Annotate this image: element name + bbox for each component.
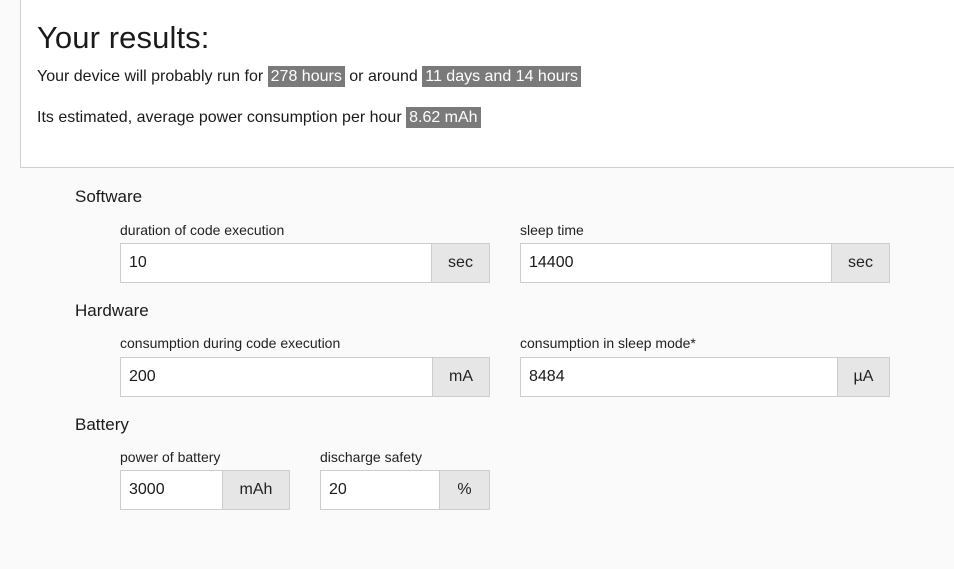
consumption-prefix: Its estimated, average power consumption… bbox=[37, 109, 402, 126]
battery-capacity-field: mAh bbox=[120, 470, 290, 510]
results-title: Your results: bbox=[37, 20, 210, 55]
exec-consumption-unit: mA bbox=[432, 358, 489, 396]
battery-capacity-input[interactable] bbox=[121, 471, 222, 509]
runtime-line: Your device will probably run for 278 ho… bbox=[37, 66, 581, 87]
sleep-time-field: sec bbox=[520, 243, 890, 283]
avg-consumption-value: 8.62 mAh bbox=[406, 107, 481, 128]
hardware-section-title: Hardware bbox=[75, 301, 149, 320]
consumption-line: Its estimated, average power consumption… bbox=[37, 107, 481, 128]
code-duration-label: duration of code execution bbox=[120, 222, 285, 238]
results-panel: Your results: Your device will probably … bbox=[20, 0, 954, 168]
exec-consumption-field: mA bbox=[120, 357, 490, 397]
sleep-time-input[interactable] bbox=[521, 244, 831, 282]
battery-capacity-unit: mAh bbox=[222, 471, 289, 509]
exec-consumption-input[interactable] bbox=[121, 358, 432, 396]
discharge-safety-field: % bbox=[320, 470, 490, 510]
runtime-middle: or around bbox=[349, 68, 418, 85]
sleep-consumption-field: µA bbox=[520, 357, 890, 397]
code-duration-unit: sec bbox=[431, 244, 489, 282]
sleep-consumption-label: consumption in sleep mode* bbox=[520, 335, 696, 351]
sleep-time-label: sleep time bbox=[520, 222, 584, 238]
code-duration-field: sec bbox=[120, 243, 490, 283]
sleep-consumption-input[interactable] bbox=[521, 358, 837, 396]
runtime-days-value: 11 days and 14 hours bbox=[422, 66, 581, 87]
software-section-title: Software bbox=[75, 187, 143, 206]
discharge-safety-input[interactable] bbox=[321, 471, 439, 509]
exec-consumption-label: consumption during code execution bbox=[120, 335, 341, 351]
discharge-safety-label: discharge safety bbox=[320, 449, 422, 465]
code-duration-input[interactable] bbox=[121, 244, 431, 282]
discharge-safety-unit: % bbox=[439, 471, 489, 509]
battery-capacity-label: power of battery bbox=[120, 449, 221, 465]
runtime-prefix: Your device will probably run for bbox=[37, 68, 264, 85]
sleep-consumption-unit: µA bbox=[837, 358, 889, 396]
sleep-time-unit: sec bbox=[831, 244, 889, 282]
battery-section-title: Battery bbox=[75, 415, 129, 434]
runtime-hours-value: 278 hours bbox=[267, 66, 345, 87]
